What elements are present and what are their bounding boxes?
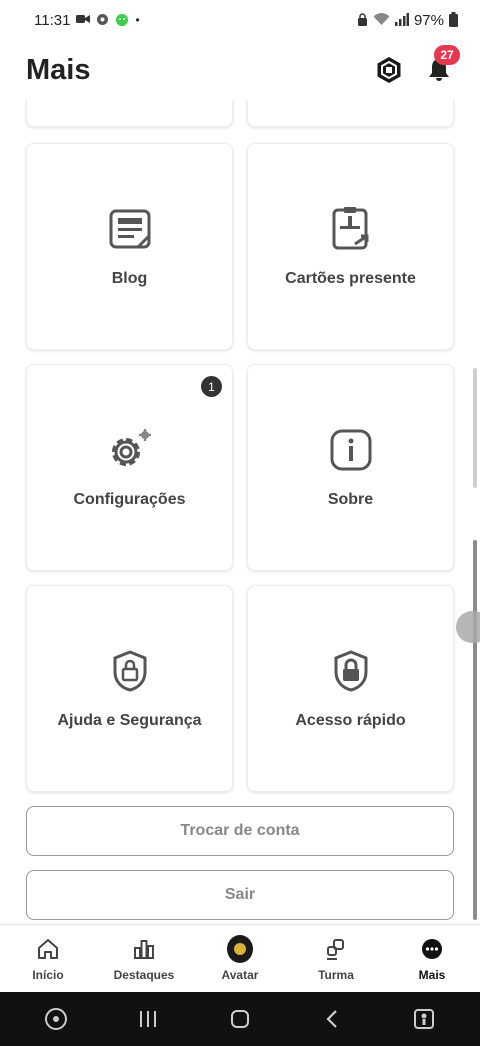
tile-label: Configurações <box>73 490 186 508</box>
gear-icon <box>107 427 153 473</box>
android-robot-icon <box>115 13 129 28</box>
status-time: 11:31 <box>34 11 71 29</box>
nav-label: Início <box>32 967 64 982</box>
more-icon <box>419 936 445 962</box>
tile-label: Ajuda e Segurança <box>57 711 202 729</box>
lock-status-icon <box>357 12 368 28</box>
nav-highlights[interactable]: Destaques <box>96 925 192 992</box>
notification-badge: 27 <box>434 45 460 65</box>
back-icon[interactable] <box>312 999 352 1039</box>
logout-button[interactable]: Sair <box>26 870 454 920</box>
wifi-icon <box>373 12 390 28</box>
home-icon <box>35 936 61 962</box>
blog-icon <box>107 206 153 252</box>
dot-icon: • <box>135 13 140 27</box>
menu-tile-gift-cards[interactable]: Cartões presente <box>247 143 454 350</box>
tile-label: Cartões presente <box>285 269 416 287</box>
chart-icon <box>131 936 157 962</box>
nav-more[interactable]: Mais <box>384 925 480 992</box>
app-notification-icon <box>96 13 109 28</box>
shield-lock-icon <box>107 648 153 694</box>
page-header: Mais 27 <box>0 40 480 100</box>
scrollbar-thumb[interactable] <box>473 540 477 920</box>
settings-notification-badge: 1 <box>201 376 222 397</box>
people-icon <box>323 936 349 962</box>
notifications-button[interactable]: 27 <box>424 45 460 85</box>
switch-account-button[interactable]: Trocar de conta <box>26 806 454 856</box>
tile-label: Sobre <box>327 490 374 508</box>
nav-label: Avatar <box>221 967 259 982</box>
tile-label: Blog <box>111 269 148 287</box>
robux-icon <box>377 57 401 83</box>
edge-panel-handle[interactable] <box>456 611 480 643</box>
home-button-icon[interactable] <box>220 999 260 1039</box>
nav-avatar[interactable]: Avatar <box>192 925 288 992</box>
menu-tile-quick-access[interactable]: Acesso rápido <box>247 585 454 792</box>
menu-tile-hidden-left[interactable] <box>26 100 233 127</box>
recent-apps-icon[interactable] <box>128 999 168 1039</box>
tile-label: Acesso rápido <box>295 711 406 729</box>
system-nav-bar <box>0 992 480 1046</box>
lock-shield-icon <box>328 648 374 694</box>
menu-tile-hidden-right[interactable] <box>247 100 454 127</box>
menu-tile-help-safety[interactable]: Ajuda e Segurança <box>26 585 233 792</box>
page-title: Mais <box>26 53 91 86</box>
menu-tile-blog[interactable]: Blog <box>26 143 233 350</box>
nav-label: Destaques <box>113 967 175 982</box>
info-icon <box>328 427 374 473</box>
nav-home[interactable]: Início <box>0 925 96 992</box>
signal-icon <box>394 12 409 28</box>
battery-percent: 97% <box>413 11 444 29</box>
scroll-track <box>473 368 477 488</box>
menu-tile-settings[interactable]: 1 Configurações <box>26 364 233 571</box>
nav-label: Mais <box>418 967 446 982</box>
accessibility-icon[interactable] <box>404 999 444 1039</box>
menu-tile-about[interactable]: Sobre <box>247 364 454 571</box>
robux-button[interactable] <box>374 55 404 85</box>
gift-card-icon <box>328 206 374 252</box>
status-bar: 11:31 • 97% <box>0 0 480 40</box>
avatar-icon <box>227 934 253 963</box>
video-camera-icon <box>76 13 91 27</box>
game-launcher-icon[interactable] <box>36 999 76 1039</box>
bottom-nav: Início Destaques Avatar Turma Mais <box>0 924 480 992</box>
nav-group[interactable]: Turma <box>288 925 384 992</box>
nav-label: Turma <box>318 967 354 982</box>
battery-icon <box>449 11 458 29</box>
more-menu-scroll[interactable]: Blog Cartões presente 1 Configurações So… <box>0 100 480 924</box>
